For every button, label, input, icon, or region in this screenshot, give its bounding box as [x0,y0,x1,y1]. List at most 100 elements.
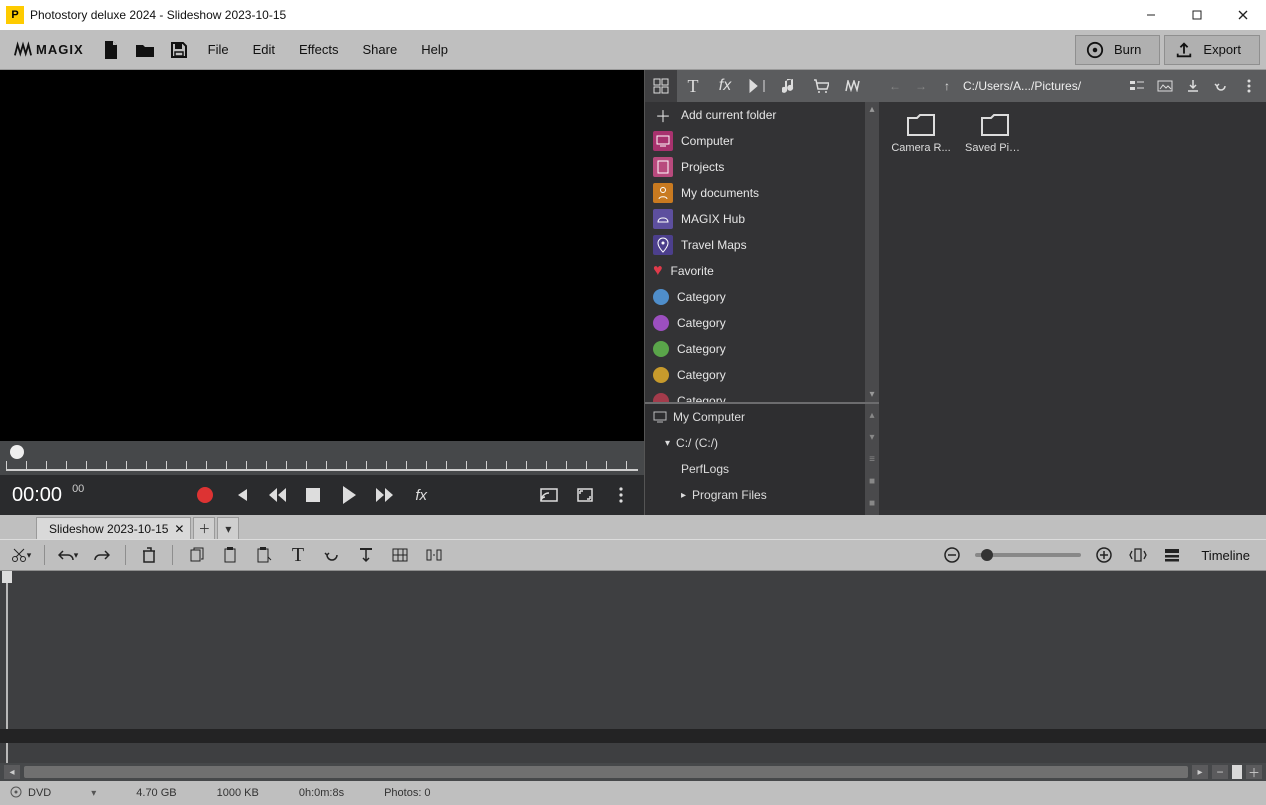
window-maximize-button[interactable] [1174,0,1220,30]
tab-magix-icon[interactable] [837,70,869,102]
image-filter-icon[interactable] [1154,75,1176,97]
zoom-out-button[interactable] [941,544,963,566]
tab-fx-icon[interactable]: fx [709,70,741,102]
tree-side-buttons[interactable]: ▴▾≡■■ [865,404,879,515]
paste-button[interactable] [219,544,241,566]
menu-share[interactable]: Share [353,35,408,65]
folder-saved-pictures[interactable]: Saved Pict... [965,112,1025,505]
skip-start-button[interactable] [230,484,252,506]
category-magix-hub[interactable]: MAGIX Hub [645,206,879,232]
new-file-button[interactable] [96,35,126,65]
preview-canvas[interactable] [0,70,644,441]
slideshow-tab[interactable]: Slideshow 2023-10-15 ✕ [36,517,191,539]
category-computer[interactable]: Computer [645,128,879,154]
fullscreen-button[interactable] [574,484,596,506]
rotate-icon[interactable] [1210,75,1232,97]
play-button[interactable] [338,484,360,506]
open-file-button[interactable] [130,35,160,65]
category-color-4[interactable]: Category [645,362,879,388]
time-sub: 00 [72,483,84,495]
menu-file[interactable]: File [198,35,239,65]
close-tab-icon[interactable]: ✕ [174,522,184,536]
tab-dropdown-button[interactable]: ▾ [217,517,239,539]
view-options-icon[interactable] [1126,75,1148,97]
category-color-5[interactable]: Category [645,388,879,402]
redo-button[interactable] [91,544,113,566]
scroll-left-icon[interactable]: ◂ [4,765,20,779]
view-mode-button[interactable] [1161,544,1183,566]
rotate-button[interactable] [321,544,343,566]
export-button[interactable]: Export [1164,35,1260,65]
tree-drive-c[interactable]: ▾C:/ (C:/) [645,430,879,456]
nav-back-icon[interactable]: ← [885,79,905,93]
nav-forward-icon[interactable]: → [911,79,931,93]
menubar: MAGIX File Edit Effects Share Help Burn … [0,30,1266,70]
paste-special-button[interactable] [253,544,275,566]
browser-menu-icon[interactable] [1238,75,1260,97]
grid-button[interactable] [389,544,411,566]
timeline-scrollbar[interactable]: ◂ ▸ − ＋ [0,763,1266,781]
import-icon[interactable] [1182,75,1204,97]
folder-camera-roll[interactable]: Camera R... [891,112,951,505]
tree-my-computer[interactable]: My Computer [645,404,879,430]
brand-logo: MAGIX [6,41,92,59]
tree-perflogs[interactable]: PerfLogs [645,456,879,482]
add-current-folder[interactable]: ＋Add current folder [645,102,879,128]
undo-button[interactable]: ▾ [57,544,79,566]
menu-edit[interactable]: Edit [243,35,285,65]
path-display[interactable]: C:/Users/A.../Pictures/ [963,79,1120,93]
markers-button[interactable] [423,544,445,566]
tab-audio-icon[interactable] [773,70,805,102]
scroll-track[interactable] [24,766,1188,778]
fit-button[interactable] [1127,544,1149,566]
category-color-2[interactable]: Category [645,310,879,336]
menu-help[interactable]: Help [411,35,458,65]
optimize-button[interactable] [355,544,377,566]
category-travel-maps[interactable]: Travel Maps [645,232,879,258]
window-minimize-button[interactable] [1128,0,1174,30]
scroll-right-icon[interactable]: ▸ [1192,765,1208,779]
category-color-1[interactable]: Category [645,284,879,310]
window-close-button[interactable] [1220,0,1266,30]
monitor-menu-button[interactable] [610,484,632,506]
nav-up-icon[interactable]: ↑ [937,79,957,93]
zoom-in-button[interactable] [1093,544,1115,566]
fast-forward-button[interactable] [374,484,396,506]
tree-program-files[interactable]: ▸Program Files [645,482,879,508]
category-my-documents[interactable]: My documents [645,180,879,206]
rewind-button[interactable] [266,484,288,506]
burn-button[interactable]: Burn [1075,35,1160,65]
category-projects[interactable]: Projects [645,154,879,180]
category-color-3[interactable]: Category [645,336,879,362]
preview-ruler[interactable] [0,441,644,475]
fx-button[interactable]: fx [410,484,432,506]
copy-button[interactable] [185,544,207,566]
zoom-slider[interactable] [975,553,1081,557]
tab-templates-icon[interactable] [645,70,677,102]
status-media-dropdown[interactable]: ▾ [91,788,96,799]
delete-button[interactable] [138,544,160,566]
tab-store-icon[interactable] [805,70,837,102]
track-plus-button[interactable]: ＋ [1246,765,1262,779]
file-browser-body[interactable]: Camera R... Saved Pict... [879,102,1266,515]
timeline-area[interactable] [0,571,1266,763]
view-label[interactable]: Timeline [1195,548,1256,563]
stop-button[interactable] [302,484,324,506]
add-tab-button[interactable]: ＋ [193,517,215,539]
cast-icon[interactable] [538,484,560,506]
status-bitrate: 1000 KB [217,787,259,799]
cut-button[interactable]: ▾ [10,544,32,566]
tab-title-icon[interactable]: T [677,70,709,102]
status-duration: 0h:0m:8s [299,787,344,799]
title-tool-button[interactable]: T [287,544,309,566]
add-current-folder-label: Add current folder [681,108,776,122]
tab-transitions-icon[interactable] [741,70,773,102]
menu-effects[interactable]: Effects [289,35,349,65]
category-scrollbar[interactable]: ▴▾ [865,102,879,402]
record-button[interactable] [194,484,216,506]
track-handle[interactable] [1232,765,1242,779]
ruler-playhead[interactable] [10,445,24,459]
category-favorite[interactable]: ♥Favorite [645,258,879,284]
save-file-button[interactable] [164,35,194,65]
track-minus-button[interactable]: − [1212,765,1228,779]
